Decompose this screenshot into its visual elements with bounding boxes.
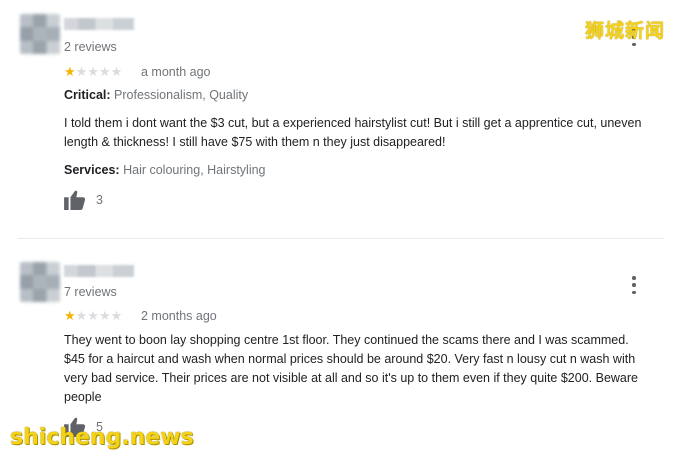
services-line: Services: Hair colouring, Hairstyling — [64, 163, 266, 177]
review-date: a month ago — [141, 65, 211, 79]
like-button[interactable]: 3 — [64, 190, 103, 210]
star-icon: ★ — [64, 64, 76, 79]
review-text-line: very bad service. Their prices are not v… — [64, 371, 638, 385]
watermark-bottom: shicheng.news — [10, 425, 194, 450]
more-vert-icon[interactable] — [630, 276, 638, 294]
reviewer-review-count[interactable]: 7 reviews — [64, 285, 117, 299]
critical-line: Critical: Professionalism, Quality — [64, 88, 248, 102]
star-rating: ★★★★★ — [64, 309, 122, 323]
services-label: Services: — [64, 163, 120, 177]
star-icon: ★★★★ — [75, 64, 123, 79]
star-rating: ★★★★★ — [64, 65, 122, 79]
reviewer-name-blurred[interactable] — [64, 18, 134, 30]
review-date: 2 months ago — [141, 309, 217, 323]
review-text-line: They went to boon lay shopping centre 1s… — [64, 333, 629, 347]
review-divider — [18, 238, 664, 239]
star-icon: ★ — [64, 308, 76, 323]
critical-label: Critical: — [64, 88, 111, 102]
review-text: I told them i dont want the $3 cut, but … — [64, 114, 641, 152]
review-text-line: length & thickness! I still have $75 wit… — [64, 135, 446, 149]
review-text-line: people — [64, 390, 102, 404]
critical-value: Professionalism, Quality — [114, 88, 249, 102]
services-value: Hair colouring, Hairstyling — [123, 163, 266, 177]
review-text: They went to boon lay shopping centre 1s… — [64, 331, 638, 407]
reviewer-avatar[interactable] — [20, 262, 60, 302]
like-count: 3 — [96, 193, 103, 207]
thumbs-up-icon — [64, 190, 86, 210]
watermark-top: 狮城新闻 — [584, 20, 665, 42]
review-text-line: I told them i dont want the $3 cut, but … — [64, 116, 642, 130]
reviewer-review-count[interactable]: 2 reviews — [64, 40, 117, 54]
review-text-line: $45 for a haircut and wash when normal p… — [64, 352, 636, 366]
reviewer-avatar[interactable] — [20, 14, 60, 54]
star-icon: ★★★★ — [75, 308, 123, 323]
reviewer-name-blurred[interactable] — [64, 265, 134, 277]
